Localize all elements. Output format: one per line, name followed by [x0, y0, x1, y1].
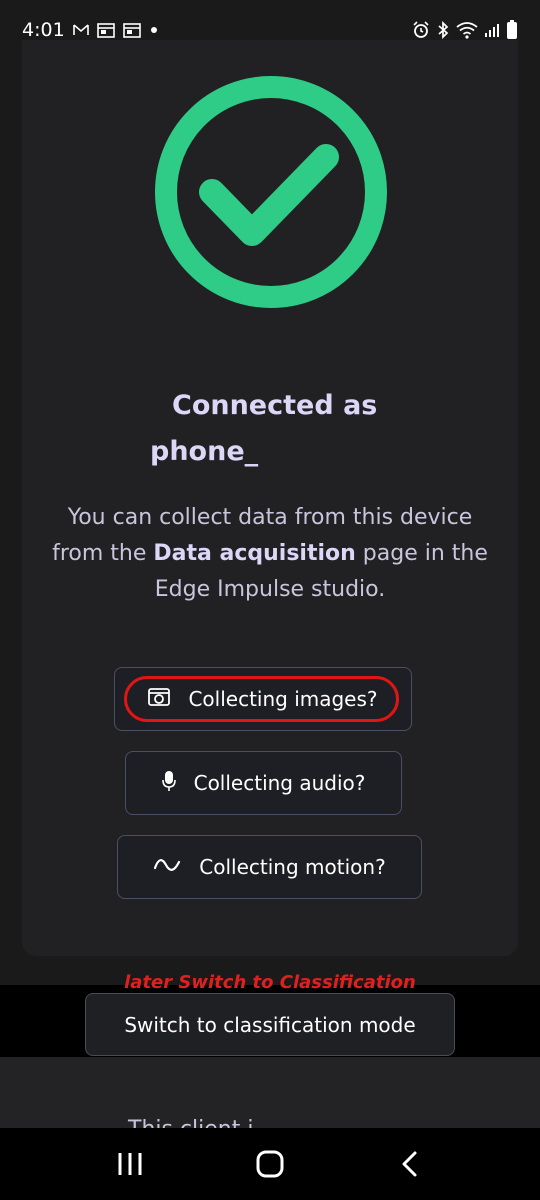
gmail-icon — [72, 22, 89, 38]
check-circle-icon — [154, 75, 388, 309]
data-acquisition-label: Data acquisition — [153, 541, 356, 566]
collecting-motion-label: Collecting motion? — [199, 855, 386, 879]
device-name: phone_ — [150, 436, 259, 467]
app-screen: 4:01 Connected as phone_ You can collect… — [0, 0, 540, 1200]
collecting-motion-button[interactable]: Collecting motion? — [117, 835, 422, 899]
status-left: 4:01 — [22, 19, 159, 41]
battery-icon — [506, 20, 518, 40]
home-icon — [256, 1150, 284, 1178]
status-right — [412, 20, 518, 40]
calendar-icon — [96, 22, 115, 38]
bluetooth-icon — [436, 21, 450, 39]
microphone-icon — [161, 770, 176, 797]
calendar-icon — [122, 22, 141, 38]
recent-apps-button[interactable] — [100, 1134, 160, 1194]
recent-apps-icon — [118, 1153, 142, 1175]
back-button[interactable] — [380, 1134, 440, 1194]
annotation-text: later Switch to Classification — [124, 972, 416, 993]
signal-icon — [484, 22, 500, 38]
info-text: You can collect data from this device fr… — [52, 500, 488, 608]
navigation-bar — [0, 1128, 540, 1200]
back-icon — [402, 1151, 417, 1177]
switch-classification-button[interactable]: Switch to classification mode — [85, 993, 455, 1056]
dot-icon — [149, 25, 159, 35]
connected-title: Connected as — [172, 390, 378, 421]
collecting-images-label: Collecting images? — [188, 687, 378, 711]
connection-card: Connected as phone_ You can collect data… — [22, 40, 518, 956]
collecting-audio-label: Collecting audio? — [193, 771, 366, 795]
wave-icon — [153, 855, 181, 879]
client-info-text: This client i — [128, 1117, 253, 1128]
alarm-icon — [412, 21, 430, 39]
home-button[interactable] — [240, 1134, 300, 1194]
collecting-images-button[interactable]: Collecting images? — [114, 667, 412, 731]
camera-icon — [148, 687, 171, 712]
underlying-content: This client i — [0, 1057, 540, 1128]
wifi-icon — [456, 21, 478, 39]
collecting-audio-button[interactable]: Collecting audio? — [125, 751, 402, 815]
status-time: 4:01 — [22, 19, 65, 41]
